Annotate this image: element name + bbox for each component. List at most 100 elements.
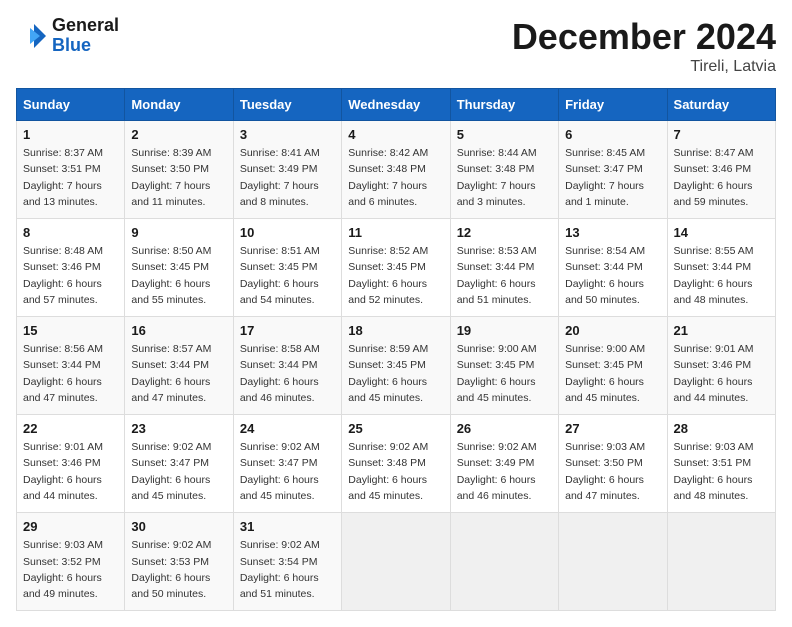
day-info: Sunrise: 8:50 AM Sunset: 3:45 PM Dayligh…	[131, 243, 226, 308]
calendar-cell: 4 Sunrise: 8:42 AM Sunset: 3:48 PM Dayli…	[342, 121, 450, 219]
col-header-saturday: Saturday	[667, 89, 775, 121]
day-number: 15	[23, 323, 118, 338]
day-number: 12	[457, 225, 552, 240]
day-info: Sunrise: 8:53 AM Sunset: 3:44 PM Dayligh…	[457, 243, 552, 308]
day-number: 30	[131, 519, 226, 534]
day-number: 18	[348, 323, 443, 338]
day-number: 5	[457, 127, 552, 142]
day-info: Sunrise: 8:47 AM Sunset: 3:46 PM Dayligh…	[674, 145, 769, 210]
day-number: 4	[348, 127, 443, 142]
calendar-week-5: 29 Sunrise: 9:03 AM Sunset: 3:52 PM Dayl…	[17, 513, 776, 611]
calendar-cell: 17 Sunrise: 8:58 AM Sunset: 3:44 PM Dayl…	[233, 317, 341, 415]
calendar-cell: 12 Sunrise: 8:53 AM Sunset: 3:44 PM Dayl…	[450, 219, 558, 317]
calendar-cell	[450, 513, 558, 611]
day-info: Sunrise: 8:37 AM Sunset: 3:51 PM Dayligh…	[23, 145, 118, 210]
day-info: Sunrise: 8:58 AM Sunset: 3:44 PM Dayligh…	[240, 341, 335, 406]
day-info: Sunrise: 9:02 AM Sunset: 3:47 PM Dayligh…	[240, 439, 335, 504]
day-info: Sunrise: 9:00 AM Sunset: 3:45 PM Dayligh…	[565, 341, 660, 406]
calendar-cell: 13 Sunrise: 8:54 AM Sunset: 3:44 PM Dayl…	[559, 219, 667, 317]
calendar-cell: 23 Sunrise: 9:02 AM Sunset: 3:47 PM Dayl…	[125, 415, 233, 513]
day-number: 9	[131, 225, 226, 240]
day-info: Sunrise: 9:00 AM Sunset: 3:45 PM Dayligh…	[457, 341, 552, 406]
day-number: 21	[674, 323, 769, 338]
calendar-cell	[559, 513, 667, 611]
calendar-cell: 8 Sunrise: 8:48 AM Sunset: 3:46 PM Dayli…	[17, 219, 125, 317]
day-info: Sunrise: 8:48 AM Sunset: 3:46 PM Dayligh…	[23, 243, 118, 308]
calendar-cell: 30 Sunrise: 9:02 AM Sunset: 3:53 PM Dayl…	[125, 513, 233, 611]
month-title: December 2024	[512, 16, 776, 58]
calendar-cell: 29 Sunrise: 9:03 AM Sunset: 3:52 PM Dayl…	[17, 513, 125, 611]
day-number: 23	[131, 421, 226, 436]
day-number: 19	[457, 323, 552, 338]
day-info: Sunrise: 9:01 AM Sunset: 3:46 PM Dayligh…	[674, 341, 769, 406]
day-info: Sunrise: 8:45 AM Sunset: 3:47 PM Dayligh…	[565, 145, 660, 210]
logo: General Blue	[16, 16, 119, 56]
location-subtitle: Tireli, Latvia	[512, 58, 776, 76]
day-info: Sunrise: 8:55 AM Sunset: 3:44 PM Dayligh…	[674, 243, 769, 308]
day-number: 29	[23, 519, 118, 534]
calendar-cell: 7 Sunrise: 8:47 AM Sunset: 3:46 PM Dayli…	[667, 121, 775, 219]
calendar-cell: 22 Sunrise: 9:01 AM Sunset: 3:46 PM Dayl…	[17, 415, 125, 513]
day-number: 17	[240, 323, 335, 338]
day-number: 25	[348, 421, 443, 436]
day-info: Sunrise: 8:54 AM Sunset: 3:44 PM Dayligh…	[565, 243, 660, 308]
day-info: Sunrise: 9:03 AM Sunset: 3:52 PM Dayligh…	[23, 537, 118, 602]
calendar-cell: 5 Sunrise: 8:44 AM Sunset: 3:48 PM Dayli…	[450, 121, 558, 219]
calendar-cell: 31 Sunrise: 9:02 AM Sunset: 3:54 PM Dayl…	[233, 513, 341, 611]
day-number: 16	[131, 323, 226, 338]
calendar-cell: 21 Sunrise: 9:01 AM Sunset: 3:46 PM Dayl…	[667, 317, 775, 415]
calendar-cell: 26 Sunrise: 9:02 AM Sunset: 3:49 PM Dayl…	[450, 415, 558, 513]
day-info: Sunrise: 9:02 AM Sunset: 3:47 PM Dayligh…	[131, 439, 226, 504]
calendar-week-3: 15 Sunrise: 8:56 AM Sunset: 3:44 PM Dayl…	[17, 317, 776, 415]
day-number: 27	[565, 421, 660, 436]
day-info: Sunrise: 9:01 AM Sunset: 3:46 PM Dayligh…	[23, 439, 118, 504]
calendar-cell: 25 Sunrise: 9:02 AM Sunset: 3:48 PM Dayl…	[342, 415, 450, 513]
day-number: 8	[23, 225, 118, 240]
calendar-cell: 19 Sunrise: 9:00 AM Sunset: 3:45 PM Dayl…	[450, 317, 558, 415]
calendar-cell: 2 Sunrise: 8:39 AM Sunset: 3:50 PM Dayli…	[125, 121, 233, 219]
day-info: Sunrise: 8:52 AM Sunset: 3:45 PM Dayligh…	[348, 243, 443, 308]
logo-line2: Blue	[52, 36, 119, 56]
calendar-cell: 1 Sunrise: 8:37 AM Sunset: 3:51 PM Dayli…	[17, 121, 125, 219]
day-info: Sunrise: 8:56 AM Sunset: 3:44 PM Dayligh…	[23, 341, 118, 406]
calendar-cell: 14 Sunrise: 8:55 AM Sunset: 3:44 PM Dayl…	[667, 219, 775, 317]
logo-line1: General	[52, 16, 119, 36]
day-number: 14	[674, 225, 769, 240]
calendar-cell: 3 Sunrise: 8:41 AM Sunset: 3:49 PM Dayli…	[233, 121, 341, 219]
day-number: 2	[131, 127, 226, 142]
col-header-friday: Friday	[559, 89, 667, 121]
calendar-cell: 20 Sunrise: 9:00 AM Sunset: 3:45 PM Dayl…	[559, 317, 667, 415]
day-info: Sunrise: 8:57 AM Sunset: 3:44 PM Dayligh…	[131, 341, 226, 406]
calendar-cell: 24 Sunrise: 9:02 AM Sunset: 3:47 PM Dayl…	[233, 415, 341, 513]
day-info: Sunrise: 8:39 AM Sunset: 3:50 PM Dayligh…	[131, 145, 226, 210]
calendar-cell: 11 Sunrise: 8:52 AM Sunset: 3:45 PM Dayl…	[342, 219, 450, 317]
calendar-week-2: 8 Sunrise: 8:48 AM Sunset: 3:46 PM Dayli…	[17, 219, 776, 317]
day-info: Sunrise: 8:41 AM Sunset: 3:49 PM Dayligh…	[240, 145, 335, 210]
day-info: Sunrise: 9:03 AM Sunset: 3:50 PM Dayligh…	[565, 439, 660, 504]
day-info: Sunrise: 8:42 AM Sunset: 3:48 PM Dayligh…	[348, 145, 443, 210]
day-info: Sunrise: 9:03 AM Sunset: 3:51 PM Dayligh…	[674, 439, 769, 504]
day-info: Sunrise: 9:02 AM Sunset: 3:48 PM Dayligh…	[348, 439, 443, 504]
calendar-cell: 10 Sunrise: 8:51 AM Sunset: 3:45 PM Dayl…	[233, 219, 341, 317]
day-info: Sunrise: 9:02 AM Sunset: 3:54 PM Dayligh…	[240, 537, 335, 602]
day-info: Sunrise: 8:59 AM Sunset: 3:45 PM Dayligh…	[348, 341, 443, 406]
col-header-monday: Monday	[125, 89, 233, 121]
title-area: December 2024 Tireli, Latvia	[512, 16, 776, 76]
day-number: 13	[565, 225, 660, 240]
day-number: 31	[240, 519, 335, 534]
day-number: 6	[565, 127, 660, 142]
calendar-table: SundayMondayTuesdayWednesdayThursdayFrid…	[16, 88, 776, 611]
calendar-cell	[667, 513, 775, 611]
day-number: 26	[457, 421, 552, 436]
calendar-cell: 15 Sunrise: 8:56 AM Sunset: 3:44 PM Dayl…	[17, 317, 125, 415]
page-header: General Blue December 2024 Tireli, Latvi…	[16, 16, 776, 76]
calendar-week-4: 22 Sunrise: 9:01 AM Sunset: 3:46 PM Dayl…	[17, 415, 776, 513]
day-info: Sunrise: 9:02 AM Sunset: 3:53 PM Dayligh…	[131, 537, 226, 602]
col-header-wednesday: Wednesday	[342, 89, 450, 121]
day-number: 1	[23, 127, 118, 142]
day-info: Sunrise: 9:02 AM Sunset: 3:49 PM Dayligh…	[457, 439, 552, 504]
day-number: 3	[240, 127, 335, 142]
calendar-cell: 27 Sunrise: 9:03 AM Sunset: 3:50 PM Dayl…	[559, 415, 667, 513]
calendar-cell: 9 Sunrise: 8:50 AM Sunset: 3:45 PM Dayli…	[125, 219, 233, 317]
day-number: 28	[674, 421, 769, 436]
